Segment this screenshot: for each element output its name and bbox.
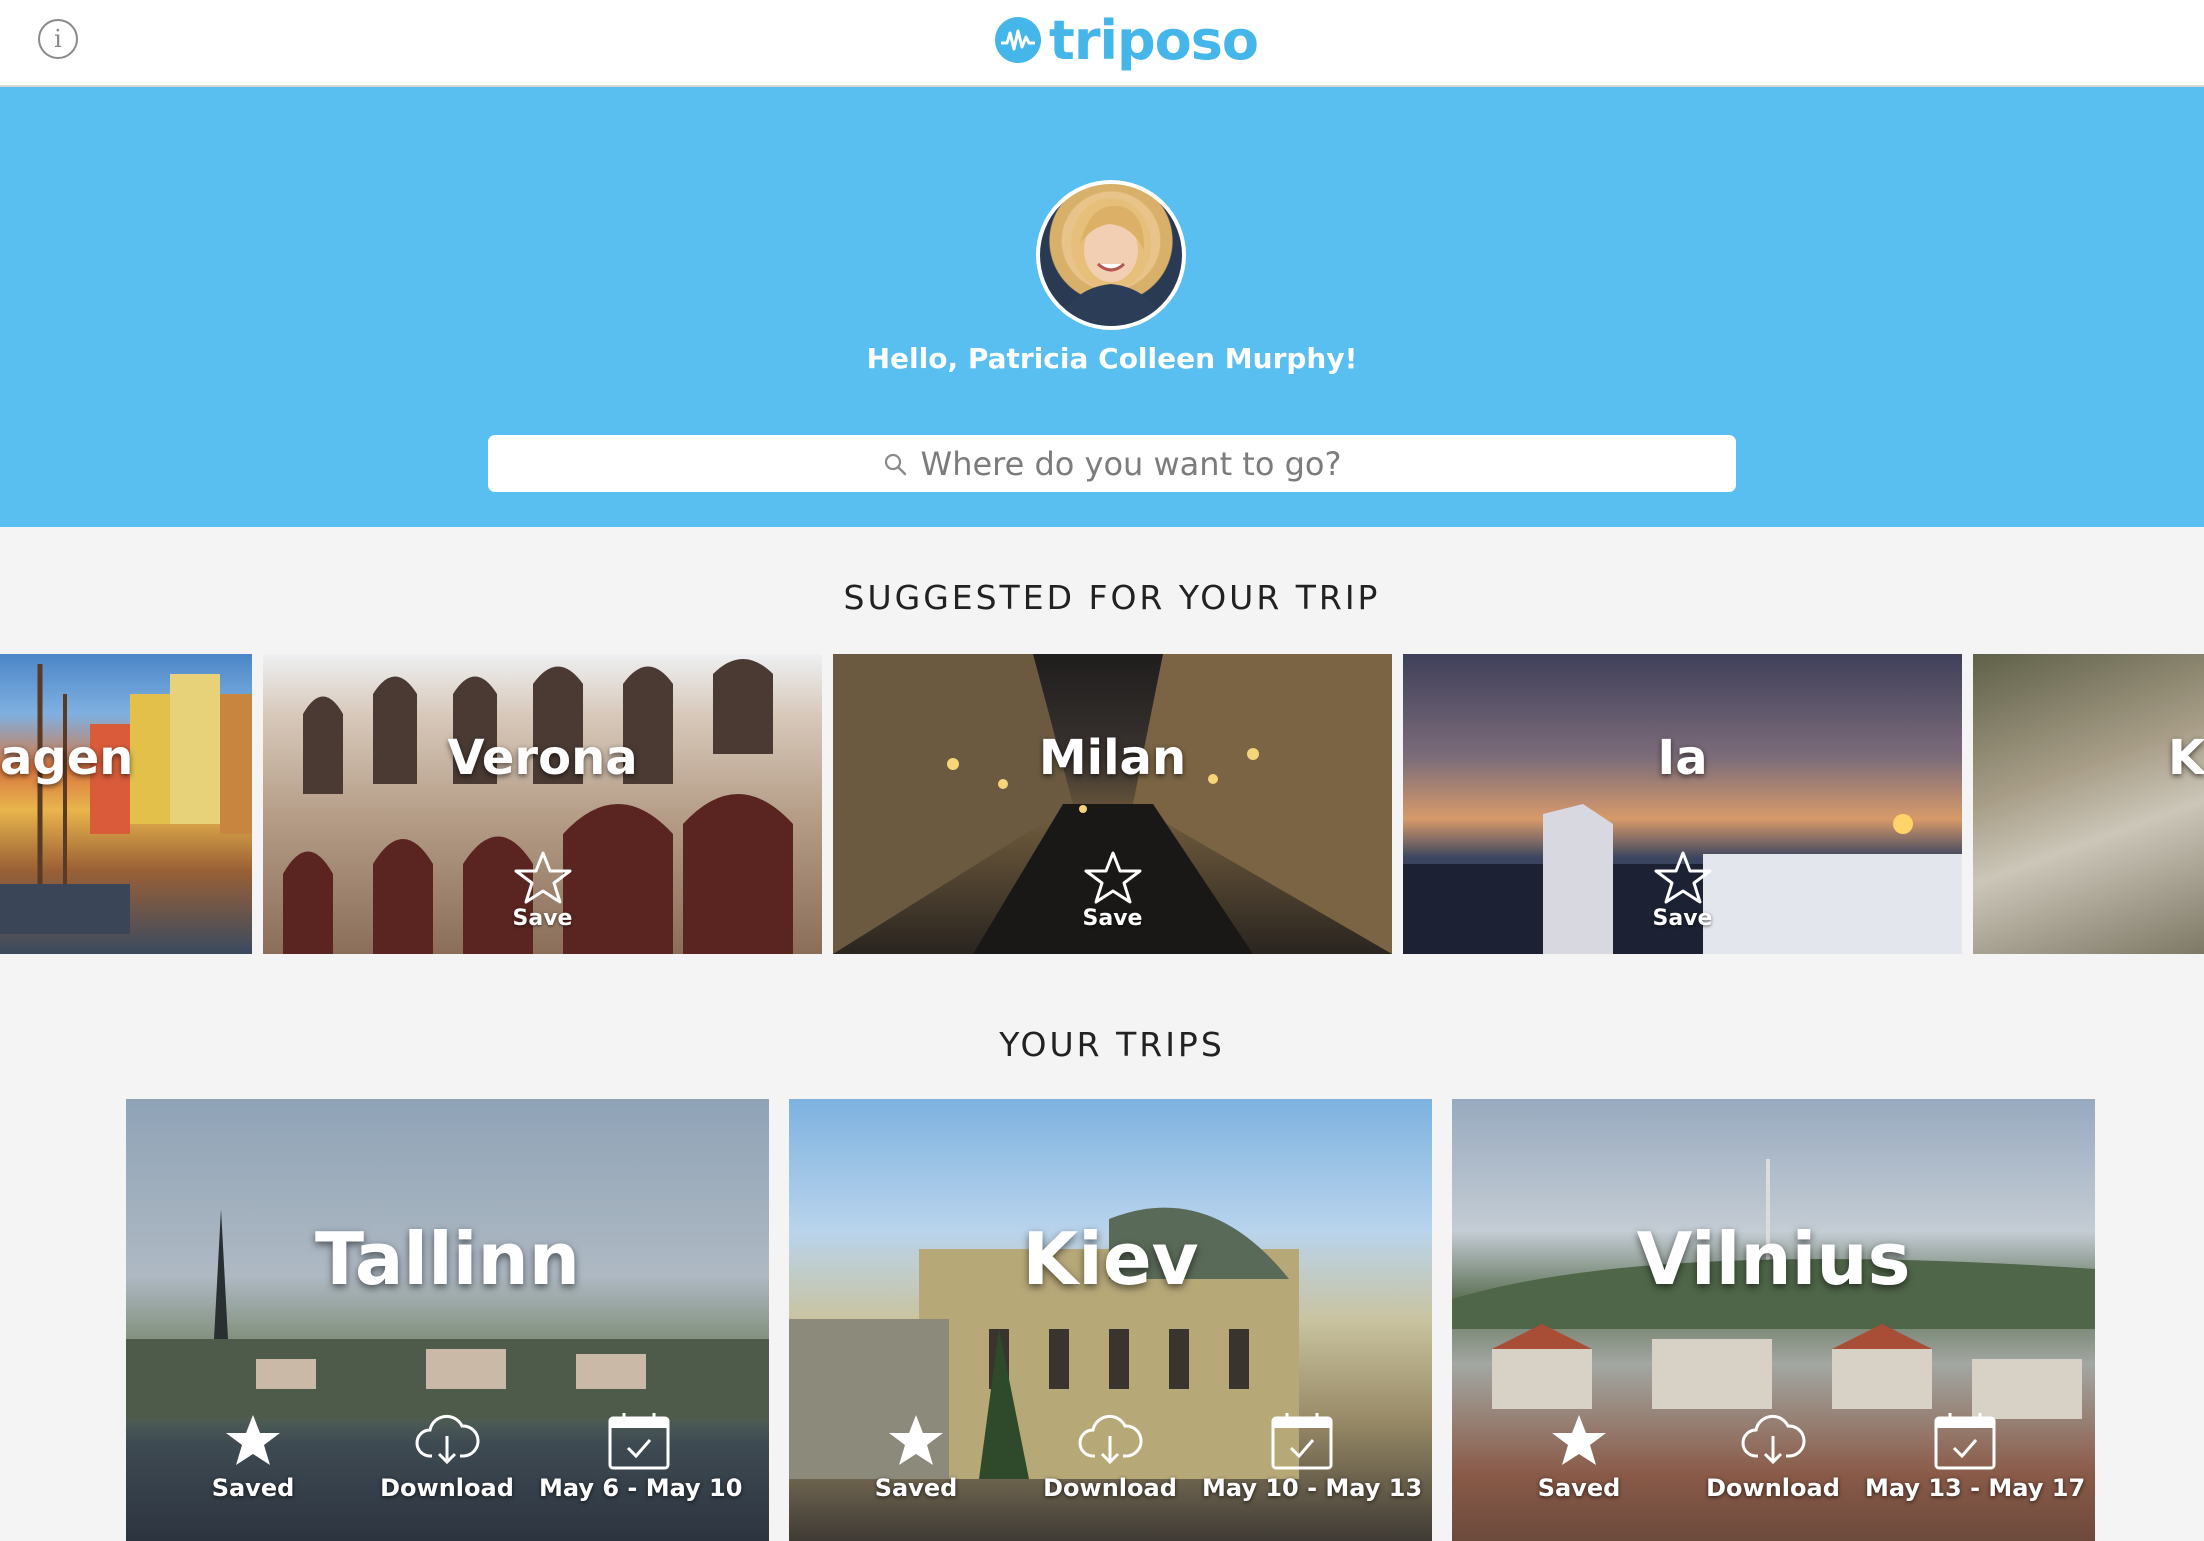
trip-actions: Saved Download May 6 - May 10: [126, 1412, 769, 1512]
download-label: Download: [1043, 1474, 1177, 1502]
trip-name: Tallinn: [315, 1217, 580, 1301]
suggested-card-verona[interactable]: Verona Save: [263, 654, 822, 954]
cloud-download-icon: [1078, 1414, 1143, 1465]
cloud-download-icon: [415, 1414, 480, 1465]
suggested-card-partial[interactable]: K: [1973, 654, 2204, 954]
download-button[interactable]: Download: [1010, 1412, 1210, 1502]
star-filled-icon: [226, 1415, 280, 1465]
saved-label: Saved: [1537, 1474, 1621, 1502]
dates-button[interactable]: May 6 - May 10: [539, 1412, 743, 1502]
save-button[interactable]: Save: [1648, 850, 1718, 931]
suggested-card-name: Ia: [1657, 730, 1708, 786]
suggested-card-ia[interactable]: Ia Save: [1403, 654, 1962, 954]
suggested-card-name: Milan: [1038, 730, 1187, 786]
suggested-card-copenhagen[interactable]: agen: [0, 654, 252, 954]
saved-button[interactable]: Saved: [153, 1412, 353, 1502]
star-filled-icon: [1552, 1415, 1606, 1465]
download-label: Download: [380, 1474, 514, 1502]
trip-actions: Saved Download May 13 - May 17: [1452, 1412, 2095, 1512]
suggested-card-name: Verona: [447, 730, 638, 786]
saved-button[interactable]: Saved: [1479, 1412, 1679, 1502]
triposo-logo: triposo: [995, 5, 1259, 75]
logo-mark-icon: [995, 17, 1041, 63]
calendar-check-icon: [608, 1413, 670, 1470]
trip-card-tallinn[interactable]: Tallinn Saved Download May 6 - May 10: [126, 1099, 769, 1541]
star-outline-icon: [1654, 851, 1711, 904]
save-button[interactable]: Save: [508, 850, 578, 931]
calendar-check-icon: [1934, 1413, 1996, 1470]
save-label: Save: [512, 906, 573, 931]
save-button[interactable]: Save: [1078, 850, 1148, 931]
trip-card-kiev[interactable]: Kiev Saved Download May 10 - May 13: [789, 1099, 1432, 1541]
top-bar: i triposo: [0, 0, 2204, 87]
saved-button[interactable]: Saved: [816, 1412, 1016, 1502]
download-button[interactable]: Download: [1673, 1412, 1873, 1502]
search-icon: [884, 453, 906, 475]
suggested-card-milan[interactable]: Milan Save: [833, 654, 1392, 954]
suggested-card-name: K: [2168, 730, 2204, 786]
your-trips-section-title: YOUR TRIPS: [999, 1025, 1225, 1064]
dates-button[interactable]: May 13 - May 17: [1865, 1412, 2086, 1502]
saved-label: Saved: [874, 1474, 958, 1502]
trip-dates: May 13 - May 17: [1865, 1474, 2086, 1502]
greeting-text: Hello, Patricia Colleen Murphy!: [866, 342, 1358, 375]
suggested-section-title: SUGGESTED FOR YOUR TRIP: [843, 578, 1381, 617]
trip-dates: May 6 - May 10: [539, 1474, 743, 1502]
info-icon[interactable]: i: [38, 19, 78, 59]
save-label: Save: [1652, 906, 1713, 931]
trip-card-vilnius[interactable]: Vilnius Saved Download May 13 - May 17: [1452, 1099, 2095, 1541]
download-button[interactable]: Download: [347, 1412, 547, 1502]
avatar[interactable]: [1036, 180, 1186, 330]
logo-text: triposo: [1049, 8, 1259, 72]
trip-name: Vilnius: [1636, 1217, 1911, 1301]
saved-label: Saved: [211, 1474, 295, 1502]
star-outline-icon: [514, 851, 571, 904]
download-label: Download: [1706, 1474, 1840, 1502]
dates-button[interactable]: May 10 - May 13: [1202, 1412, 1423, 1502]
calendar-check-icon: [1271, 1413, 1333, 1470]
trip-actions: Saved Download May 10 - May 13: [789, 1412, 1432, 1512]
star-outline-icon: [1084, 851, 1141, 904]
trip-dates: May 10 - May 13: [1202, 1474, 1423, 1502]
profile-hero: Hello, Patricia Colleen Murphy! Where do…: [0, 87, 2204, 527]
search-placeholder: Where do you want to go?: [920, 444, 1342, 483]
save-label: Save: [1082, 906, 1143, 931]
suggested-card-name: agen: [0, 730, 134, 786]
trip-name: Kiev: [1022, 1217, 1199, 1301]
star-filled-icon: [889, 1415, 943, 1465]
cloud-download-icon: [1741, 1414, 1806, 1465]
search-input[interactable]: Where do you want to go?: [488, 435, 1736, 492]
